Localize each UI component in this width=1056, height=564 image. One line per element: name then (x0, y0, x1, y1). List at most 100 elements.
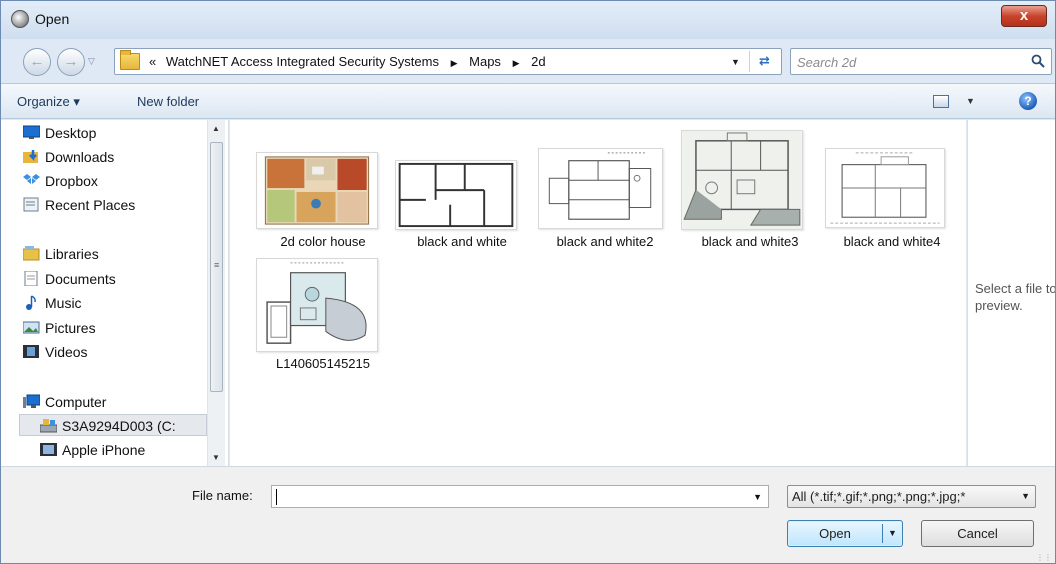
nav-item-desktop[interactable]: Desktop (23, 122, 97, 144)
organize-button[interactable]: Organize ▾ (17, 94, 80, 110)
file-label: black and white3 (701, 234, 799, 249)
nav-item-label: Downloads (45, 149, 115, 165)
change-view-icon[interactable] (933, 95, 949, 108)
scroll-down-icon[interactable]: ▼ (212, 453, 220, 462)
nav-item-label: Apple iPhone (62, 442, 146, 458)
scroll-up-icon[interactable]: ▲ (212, 124, 220, 133)
forward-arrow-icon: → (63, 53, 79, 70)
open-button[interactable]: Open ▼ (787, 520, 903, 547)
computer-icon (23, 394, 40, 408)
downloads-icon (23, 150, 38, 163)
navigation-pane: Desktop Downloads Dropbox Recent Places … (1, 120, 229, 466)
back-arrow-icon: ← (29, 53, 45, 70)
file-label: L140605145215 (276, 356, 370, 371)
search-box[interactable] (790, 48, 1052, 75)
floorplan-thumbnail-icon (538, 148, 663, 229)
file-label: 2d color house (280, 234, 366, 249)
file-item[interactable]: black and white4 (825, 148, 959, 256)
breadcrumb-item[interactable]: 2d (531, 54, 545, 69)
file-label: black and white (417, 234, 507, 249)
nav-item-documents[interactable]: Documents (24, 268, 116, 290)
new-folder-button[interactable]: New folder (137, 94, 199, 109)
nav-item-local-disk[interactable]: S3A9294D003 (C: (19, 414, 207, 436)
nav-item-label: Videos (45, 344, 88, 360)
close-button[interactable]: x (1001, 5, 1047, 27)
window-title: Open (35, 11, 70, 27)
floorplan-thumbnail-icon (825, 148, 945, 228)
recent-places-icon (23, 197, 39, 212)
search-input[interactable] (797, 53, 1017, 71)
nav-item-recent-places[interactable]: Recent Places (23, 194, 135, 216)
open-options-dropdown-icon[interactable]: ▼ (888, 528, 897, 538)
file-item[interactable]: 2d color house (256, 152, 390, 256)
music-icon (26, 295, 36, 310)
nav-item-computer[interactable]: Computer (23, 391, 106, 413)
floorplan-thumbnail-icon (681, 130, 803, 230)
breadcrumb-separator-icon[interactable]: ▶ (513, 58, 520, 68)
nav-item-label: Libraries (45, 246, 99, 262)
resize-grip-icon[interactable]: ⋮⋮ (1036, 553, 1052, 562)
grip-icon: ≡ (214, 260, 220, 270)
forward-button[interactable]: → (57, 48, 85, 76)
navigation-row: ← → ▽ « WatchNET Access Integrated Secur… (1, 39, 1055, 83)
address-dropdown-icon[interactable]: ▼ (731, 57, 740, 67)
view-options-dropdown-icon[interactable]: ▼ (966, 96, 975, 106)
nav-item-label: Desktop (45, 125, 97, 141)
nav-item-videos[interactable]: Videos (23, 341, 88, 363)
nav-item-music[interactable]: Music (26, 292, 82, 314)
device-icon (40, 443, 57, 456)
file-name-area: File name: ▼ All (*.tif;*.gif;*.png;*.pn… (1, 466, 1055, 563)
libraries-icon (23, 246, 40, 261)
file-name-combobox[interactable]: ▼ (271, 485, 769, 508)
nav-item-label: Pictures (45, 320, 96, 336)
file-item[interactable]: black and white2 (538, 148, 672, 256)
file-type-filter[interactable]: All (*.tif;*.gif;*.png;*.png;*.jpg;* ▼ (787, 485, 1036, 508)
file-name-dropdown-icon[interactable]: ▼ (753, 492, 762, 502)
help-icon[interactable]: ? (1019, 92, 1037, 110)
recent-locations-dropdown[interactable]: ▽ (88, 56, 95, 67)
nav-item-pictures[interactable]: Pictures (23, 317, 96, 339)
breadcrumb-item[interactable]: WatchNET Access Integrated Security Syst… (166, 54, 439, 69)
nav-item-apple-iphone[interactable]: Apple iPhone (40, 439, 146, 461)
dropbox-icon (23, 174, 40, 184)
documents-icon (24, 271, 38, 286)
file-name-label: File name: (192, 488, 253, 503)
hard-drive-icon (40, 419, 57, 433)
navigation-scrollbar[interactable]: ▲ ≡ ▼ (207, 120, 225, 466)
chevron-down-icon[interactable]: ▼ (1021, 486, 1030, 507)
address-bar[interactable]: « WatchNET Access Integrated Security Sy… (114, 48, 782, 75)
file-label: black and white2 (556, 234, 654, 249)
file-label: black and white4 (843, 234, 941, 249)
pictures-icon (23, 321, 40, 334)
breadcrumb-separator-icon[interactable]: ▶ (451, 58, 458, 68)
command-toolbar: Organize ▾ New folder ▼ ? (1, 83, 1055, 119)
scroll-thumb[interactable]: ≡ (210, 142, 223, 392)
file-item[interactable]: L140605145215 (256, 258, 390, 374)
nav-item-dropbox[interactable]: Dropbox (23, 170, 98, 192)
refresh-icon[interactable]: ⇄ (759, 53, 770, 69)
nav-item-label: Dropbox (45, 173, 98, 189)
open-button-label: Open (819, 526, 851, 541)
nav-item-label: S3A9294D003 (C: (62, 418, 176, 434)
file-item[interactable]: black and white (395, 152, 529, 256)
address-divider (749, 51, 750, 72)
file-type-filter-value: All (*.tif;*.gif;*.png;*.png;*.jpg;* (792, 489, 966, 504)
nav-item-libraries[interactable]: Libraries (23, 243, 99, 265)
cancel-button[interactable]: Cancel (921, 520, 1034, 547)
title-bar[interactable]: Open x (1, 1, 1055, 39)
app-icon (11, 10, 29, 28)
breadcrumb-overflow[interactable]: « (149, 54, 156, 69)
open-dialog: Open x ← → ▽ « WatchNET Access Integrate… (0, 0, 1056, 564)
search-icon[interactable] (1031, 54, 1045, 68)
file-name-input[interactable] (276, 488, 736, 505)
videos-icon (23, 345, 39, 358)
back-button[interactable]: ← (23, 48, 51, 76)
breadcrumb-item[interactable]: Maps (469, 54, 501, 69)
open-button-divider (882, 524, 883, 543)
file-item[interactable]: black and white3 (681, 130, 817, 256)
preview-pane: Select a file to preview. (967, 120, 1055, 466)
nav-item-label: Documents (45, 271, 116, 287)
file-list[interactable]: 2d color house black and white black and… (230, 120, 966, 466)
breadcrumb: « WatchNET Access Integrated Security Sy… (149, 54, 546, 69)
nav-item-downloads[interactable]: Downloads (23, 146, 115, 168)
